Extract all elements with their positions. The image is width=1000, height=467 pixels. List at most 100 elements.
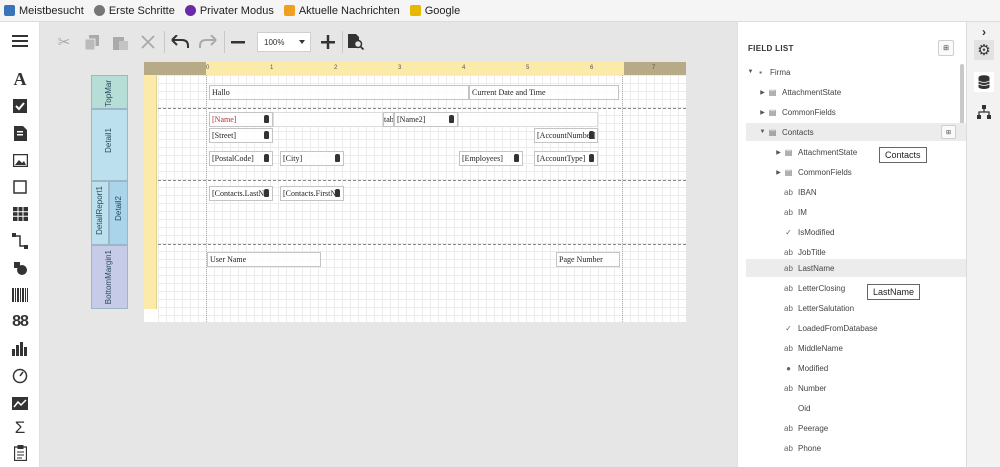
field-item-phone[interactable]: ab Phone xyxy=(746,439,966,457)
right-tab-strip: › ⚙ xyxy=(966,22,1000,467)
field-contacts-firstname[interactable]: [Contacts.FirstNa xyxy=(280,186,344,201)
database-icon xyxy=(264,131,269,139)
band-detail1[interactable]: Detail1 xyxy=(91,109,128,181)
vertical-ruler xyxy=(144,75,157,309)
field-street[interactable]: [Street] xyxy=(209,128,273,143)
tab-field-list[interactable] xyxy=(974,72,994,92)
field-city[interactable]: [City] xyxy=(280,151,344,166)
tool-shape[interactable] xyxy=(8,257,32,279)
tool-summary[interactable]: Σ xyxy=(8,417,32,439)
field-item-firma[interactable]: ▼ ▪ Firma xyxy=(746,63,966,81)
bookmark-privater-modus[interactable]: Privater Modus xyxy=(184,5,274,17)
field-item-middlename[interactable]: ab MiddleName xyxy=(746,339,966,357)
redo-button[interactable] xyxy=(196,30,220,54)
field-item-oid[interactable]: Oid xyxy=(746,399,966,417)
label-tab[interactable]: tab xyxy=(383,112,394,127)
field-name[interactable]: [Name] xyxy=(209,112,273,127)
database-icon xyxy=(264,115,269,123)
copy-button[interactable] xyxy=(80,30,104,54)
field-item-lettersalutation[interactable]: ab LetterSalutation xyxy=(746,299,966,317)
field-item-peerage[interactable]: ab Peerage xyxy=(746,419,966,437)
add-datasource-button[interactable]: ⊞ xyxy=(938,40,954,56)
tool-character-comb[interactable]: 88 xyxy=(8,311,32,333)
bookmark-aktuelle-nachrichten[interactable]: Aktuelle Nachrichten xyxy=(283,5,400,17)
tool-label[interactable]: A xyxy=(8,68,32,90)
field-item-lastname[interactable]: ab LastName xyxy=(746,259,966,277)
field-contacts-lastname[interactable]: [Contacts.LastNa xyxy=(209,186,273,201)
bookmark-icon xyxy=(4,5,15,16)
tool-clipboard[interactable] xyxy=(8,442,32,464)
boolean-field-icon: ✓ xyxy=(785,323,792,333)
field-employees[interactable]: [Employees] xyxy=(459,151,523,166)
bookmark-erste-schritte[interactable]: Erste Schritte xyxy=(93,5,175,17)
designer-toolbar: ✂ 100% xyxy=(40,22,737,62)
band-topmargin[interactable]: TopMar xyxy=(91,75,128,109)
gauge-icon xyxy=(12,368,28,384)
label-page-number[interactable]: Page Number xyxy=(556,252,620,267)
undo-button[interactable] xyxy=(168,30,192,54)
cut-button[interactable]: ✂ xyxy=(52,30,76,54)
tool-barcode[interactable] xyxy=(8,284,32,306)
label-current-date[interactable]: Current Date and Time xyxy=(469,85,619,100)
menu-button[interactable] xyxy=(8,30,32,52)
zoom-out-button[interactable] xyxy=(226,30,250,54)
tool-panel[interactable] xyxy=(8,176,32,198)
collapse-panel-button[interactable]: › xyxy=(974,22,994,42)
tool-picture[interactable] xyxy=(8,149,32,171)
field-item-contacts-commonfields[interactable]: ▶ ▤ CommonFields xyxy=(746,163,966,181)
tool-checkbox[interactable] xyxy=(8,95,32,117)
field-item-im[interactable]: ab IM xyxy=(746,203,966,221)
tab-properties[interactable]: ⚙ xyxy=(974,40,994,60)
tool-sparkline[interactable] xyxy=(8,392,32,414)
expand-arrow-icon[interactable]: ▼ xyxy=(746,69,755,75)
expand-arrow-icon[interactable]: ▶ xyxy=(774,169,783,176)
field-item-contacts[interactable]: ▼ ▤ Contacts ⊞ xyxy=(746,123,966,141)
field-item-contacts-attachmentstate[interactable]: ▶ ▤ AttachmentState xyxy=(746,143,966,161)
field-item-loadedfromdatabase[interactable]: ✓ LoadedFromDatabase xyxy=(746,319,966,337)
expand-arrow-icon[interactable]: ▼ xyxy=(758,129,767,135)
field-item-iban[interactable]: ab IBAN xyxy=(746,183,966,201)
field-name2[interactable]: [Name2] xyxy=(394,112,458,127)
table-icon xyxy=(12,207,28,221)
label-user-name[interactable]: User Name xyxy=(207,252,321,267)
field-postal-code[interactable]: [PostalCode] xyxy=(209,151,273,166)
add-field-button[interactable]: ⊞ xyxy=(941,125,956,139)
field-item-letterclosing[interactable]: ab LetterClosing xyxy=(746,279,966,297)
tab-report-explorer[interactable] xyxy=(974,102,994,122)
expand-arrow-icon[interactable]: ▶ xyxy=(758,89,767,96)
zoom-select[interactable]: 100% xyxy=(257,32,311,52)
tool-richtext[interactable] xyxy=(8,122,32,144)
report-designer-window: Meistbesucht Erste Schritte Privater Mod… xyxy=(0,0,1000,467)
field-item-ismodified[interactable]: ✓ IsModified xyxy=(746,223,966,241)
band-strip: TopMar Detail1 DetailReport1 Detail2 Bot… xyxy=(91,62,144,309)
band-detail2[interactable]: Detail2 xyxy=(109,181,128,245)
tool-line[interactable] xyxy=(8,230,32,252)
tool-table[interactable] xyxy=(8,203,32,225)
field-name-spacer[interactable] xyxy=(273,112,383,127)
bookmark-google[interactable]: Google xyxy=(409,5,460,17)
paste-icon xyxy=(112,36,128,50)
field-account-number[interactable]: [AccountNumber] xyxy=(534,128,598,143)
band-detailreport1[interactable]: DetailReport1 xyxy=(91,181,109,245)
expand-arrow-icon[interactable]: ▶ xyxy=(774,149,783,156)
expand-arrow-icon[interactable]: ▶ xyxy=(758,109,767,116)
field-name2-spacer[interactable] xyxy=(458,112,598,127)
band-bottommargin1[interactable]: BottomMargin1 xyxy=(91,245,128,309)
field-item-attachmentstate[interactable]: ▶ ▤ AttachmentState xyxy=(746,83,966,101)
field-item-number[interactable]: ab Number xyxy=(746,379,966,397)
field-item-modified[interactable]: ● Modified xyxy=(746,359,966,377)
bookmark-meistbesucht[interactable]: Meistbesucht xyxy=(4,5,84,17)
date-field-icon: ● xyxy=(786,363,791,373)
paste-button[interactable] xyxy=(108,30,132,54)
margin-line xyxy=(206,75,207,322)
preview-button[interactable] xyxy=(344,30,368,54)
tool-gauge[interactable] xyxy=(8,365,32,387)
field-account-type[interactable]: [AccountType] xyxy=(534,151,598,166)
label-hallo[interactable]: Hallo xyxy=(209,85,469,100)
tool-chart[interactable] xyxy=(8,338,32,360)
zoom-in-button[interactable] xyxy=(316,30,340,54)
delete-button[interactable] xyxy=(136,30,160,54)
string-field-icon: ab xyxy=(784,207,793,217)
document-icon xyxy=(13,125,27,141)
field-item-commonfields[interactable]: ▶ ▤ CommonFields xyxy=(746,103,966,121)
